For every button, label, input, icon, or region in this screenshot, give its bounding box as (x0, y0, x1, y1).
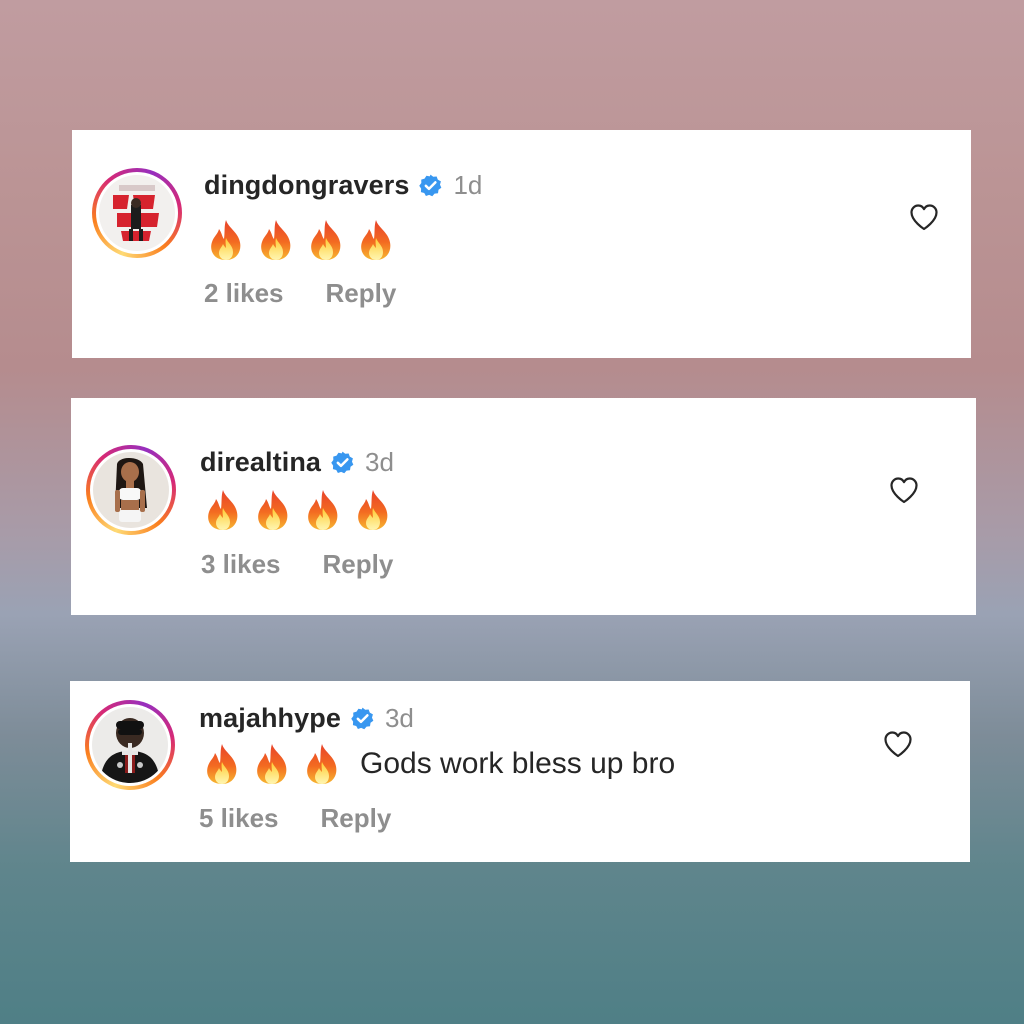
likes-count[interactable]: 5 likes (199, 803, 279, 834)
username[interactable]: direaltina (200, 447, 321, 478)
comment-body: Gods work bless up bro (360, 747, 676, 780)
person-avatar-icon (92, 707, 168, 783)
avatar[interactable] (85, 700, 175, 790)
fire-emoji-icon (358, 218, 394, 262)
fire-emoji-icon (305, 488, 341, 532)
fire-emoji-icon (258, 218, 294, 262)
fire-emoji-icon (304, 742, 340, 786)
fire-emoji-icon (254, 742, 290, 786)
username[interactable]: majahhype (199, 703, 341, 734)
comment-card: direaltina 3d 3 likes Reply (71, 398, 976, 615)
heart-icon[interactable] (883, 730, 913, 758)
comment-card: majahhype 3d Gods work bless up bro 5 li… (70, 681, 970, 862)
fire-emoji-icon (355, 488, 391, 532)
avatar[interactable] (86, 445, 176, 535)
comment-text (205, 488, 405, 532)
timestamp: 1d (453, 170, 483, 200)
fire-emoji-icon (255, 488, 291, 532)
comment-card: dingdongravers 1d 2 likes Reply (72, 130, 971, 358)
poster-avatar-icon (99, 175, 175, 251)
avatar[interactable] (92, 168, 182, 258)
likes-count[interactable]: 3 likes (201, 549, 281, 580)
verified-badge-icon (418, 173, 443, 198)
fire-emoji-icon (205, 488, 241, 532)
reply-button[interactable]: Reply (323, 549, 394, 580)
fire-emoji-icon (208, 218, 244, 262)
timestamp: 3d (384, 703, 414, 733)
username[interactable]: dingdongravers (204, 170, 409, 201)
fire-emoji-icon (204, 742, 240, 786)
fire-emoji-icon (308, 218, 344, 262)
verified-badge-icon (350, 706, 375, 731)
verified-badge-icon (330, 450, 355, 475)
reply-button[interactable]: Reply (326, 278, 397, 309)
reply-button[interactable]: Reply (321, 803, 392, 834)
heart-icon[interactable] (909, 203, 939, 231)
person-avatar-icon (93, 452, 169, 528)
heart-icon[interactable] (889, 476, 919, 504)
comment-text (208, 218, 408, 262)
likes-count[interactable]: 2 likes (204, 278, 284, 309)
timestamp: 3d (365, 447, 394, 477)
comment-text: Gods work bless up bro (204, 742, 675, 786)
